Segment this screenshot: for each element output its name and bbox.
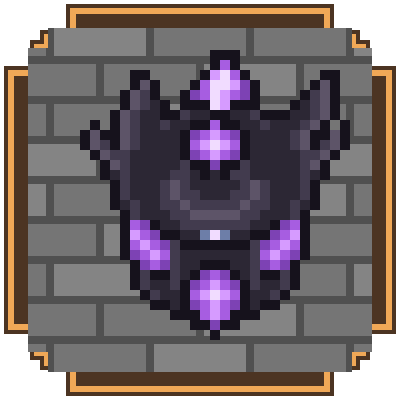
stone-brick — [154, 344, 246, 372]
stone-brick — [54, 28, 146, 56]
stone-brick — [54, 344, 146, 372]
item-slot-graphic — [4, 4, 396, 396]
stone-brick — [254, 344, 346, 372]
stone-brick — [254, 28, 346, 56]
item-slot[interactable] — [0, 0, 400, 400]
